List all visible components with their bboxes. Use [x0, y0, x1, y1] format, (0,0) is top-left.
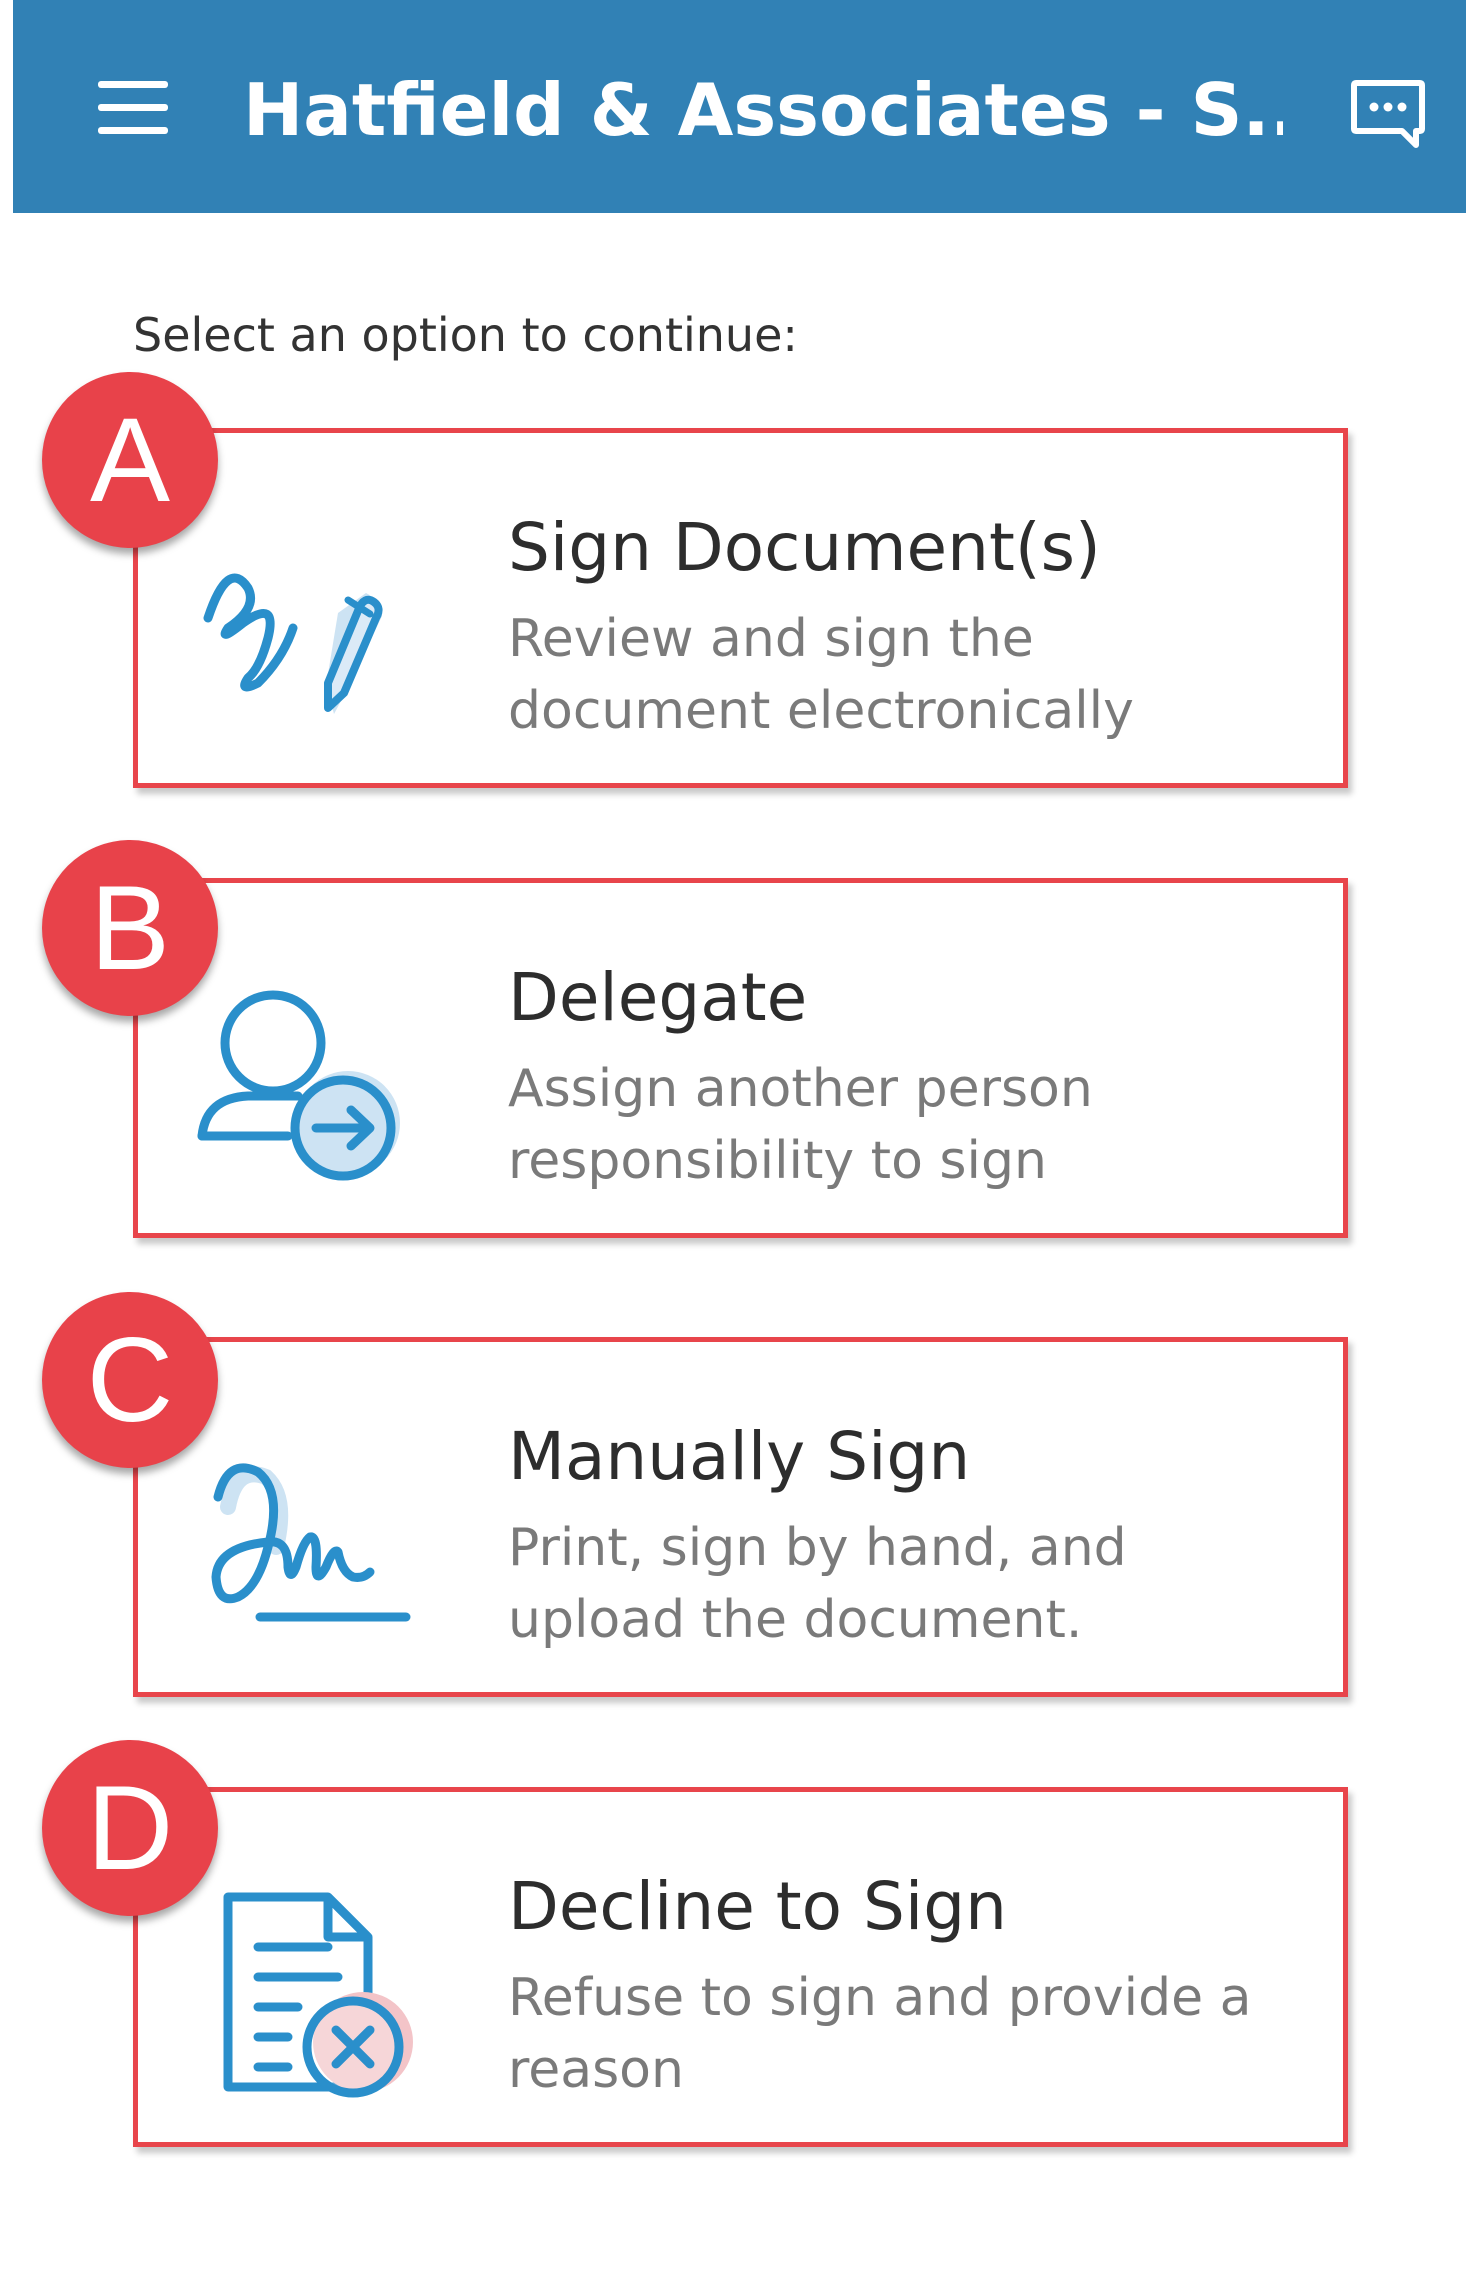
option-description: Refuse to sign and provide a reason	[508, 1968, 1252, 2100]
annotation-badge-a: A	[42, 372, 218, 548]
decline-to-sign-option[interactable]: Decline to Sign Refuse to sign and provi…	[133, 1787, 1348, 2147]
option-title: Decline to Sign	[508, 1868, 1007, 1945]
instruction-text: Select an option to continue:	[133, 308, 798, 362]
option-text: Manually Sign Print, sign by hand, and u…	[508, 1412, 1308, 1656]
header-title: Hatfield & Associates - S...	[243, 68, 1283, 152]
annotation-badge-c: C	[42, 1292, 218, 1468]
app-header: Hatfield & Associates - S...	[13, 0, 1466, 213]
annotation-badge-d: D	[42, 1740, 218, 1916]
option-text: Decline to Sign Refuse to sign and provi…	[508, 1862, 1308, 2106]
pen-signature-icon	[203, 573, 383, 714]
option-text: Sign Document(s) Review and sign the doc…	[508, 503, 1308, 747]
option-description: Assign another person responsibility to …	[508, 1059, 1093, 1191]
person-arrow-icon	[197, 990, 400, 1181]
option-title: Manually Sign	[508, 1418, 971, 1495]
handwritten-signature-icon	[211, 1463, 411, 1622]
app-screen: Hatfield & Associates - S... Select an o…	[0, 0, 1466, 2293]
option-title: Sign Document(s)	[508, 509, 1101, 586]
manually-sign-option[interactable]: Manually Sign Print, sign by hand, and u…	[133, 1337, 1348, 1697]
document-x-icon	[223, 1892, 413, 2098]
option-title: Delegate	[508, 959, 808, 1036]
option-description: Review and sign the document electronica…	[508, 609, 1134, 741]
option-text: Delegate Assign another person responsib…	[508, 953, 1308, 1197]
sign-document-option[interactable]: Sign Document(s) Review and sign the doc…	[133, 428, 1348, 788]
annotation-badge-b: B	[42, 840, 218, 1016]
hamburger-menu-icon	[98, 81, 168, 134]
menu-button[interactable]	[83, 62, 183, 152]
option-description: Print, sign by hand, and upload the docu…	[508, 1518, 1127, 1650]
chat-button[interactable]	[1343, 70, 1433, 160]
chat-bubble-icon	[1351, 80, 1425, 148]
delegate-option[interactable]: Delegate Assign another person responsib…	[133, 878, 1348, 1238]
